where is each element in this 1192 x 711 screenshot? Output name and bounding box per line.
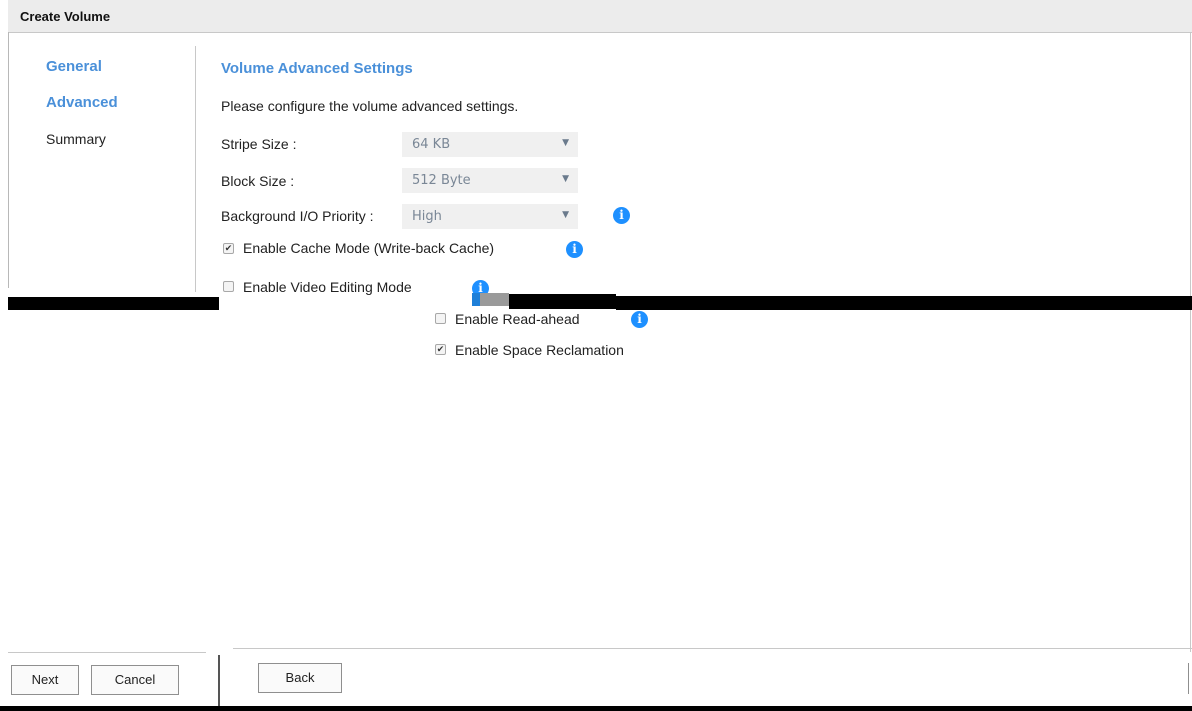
render-artifact-block (480, 293, 509, 306)
read-ahead-checkbox[interactable] (435, 313, 446, 324)
cancel-button[interactable]: Cancel (91, 665, 179, 695)
block-size-select[interactable]: 512 Byte ▼ (402, 168, 578, 193)
cache-mode-label: Enable Cache Mode (Write-back Cache) (243, 240, 495, 256)
left-border (8, 32, 9, 288)
nav-item-advanced[interactable]: Advanced (46, 94, 118, 111)
block-size-label: Block Size : (221, 173, 295, 189)
dialog-title-bar: Create Volume (8, 0, 1192, 33)
info-icon[interactable]: i (613, 207, 630, 224)
info-icon[interactable]: i (631, 311, 648, 328)
space-reclamation-checkbox[interactable]: ✔ (435, 344, 446, 355)
sidebar-divider (195, 46, 196, 292)
info-icon[interactable]: i (566, 241, 583, 258)
footer-separator (8, 652, 206, 653)
render-artifact-bar (509, 294, 616, 309)
check-icon: ✔ (224, 243, 233, 253)
back-button[interactable]: Back (258, 663, 342, 693)
nav-item-summary[interactable]: Summary (46, 131, 106, 147)
block-size-value: 512 Byte (412, 173, 471, 188)
bg-priority-label: Background I/O Priority : (221, 208, 374, 224)
stripe-size-value: 64 KB (412, 137, 451, 152)
dialog-title: Create Volume (20, 9, 111, 24)
render-artifact-block (472, 293, 480, 306)
render-artifact-bar (8, 297, 219, 310)
check-icon: ✔ (436, 344, 445, 354)
right-border (1190, 32, 1191, 652)
video-editing-label: Enable Video Editing Mode (243, 279, 412, 295)
footer-divider (218, 655, 220, 706)
render-artifact-bar (616, 296, 1192, 310)
footer-separator (233, 648, 1192, 649)
partial-button-edge (1188, 663, 1192, 694)
video-editing-checkbox[interactable] (223, 281, 234, 292)
bg-priority-value: High (412, 209, 442, 224)
chevron-down-icon: ▼ (562, 210, 569, 220)
section-title: Volume Advanced Settings (221, 60, 413, 77)
bg-priority-select[interactable]: High ▼ (402, 204, 578, 229)
read-ahead-label: Enable Read-ahead (455, 311, 580, 327)
section-description: Please configure the volume advanced set… (221, 98, 519, 114)
cache-mode-checkbox[interactable]: ✔ (223, 243, 234, 254)
stripe-size-label: Stripe Size : (221, 136, 297, 152)
space-reclamation-label: Enable Space Reclamation (455, 342, 624, 358)
chevron-down-icon: ▼ (562, 174, 569, 184)
nav-item-general[interactable]: General (46, 58, 102, 75)
chevron-down-icon: ▼ (562, 138, 569, 148)
next-button[interactable]: Next (11, 665, 79, 695)
render-artifact-bar (0, 706, 1192, 711)
stripe-size-select[interactable]: 64 KB ▼ (402, 132, 578, 157)
